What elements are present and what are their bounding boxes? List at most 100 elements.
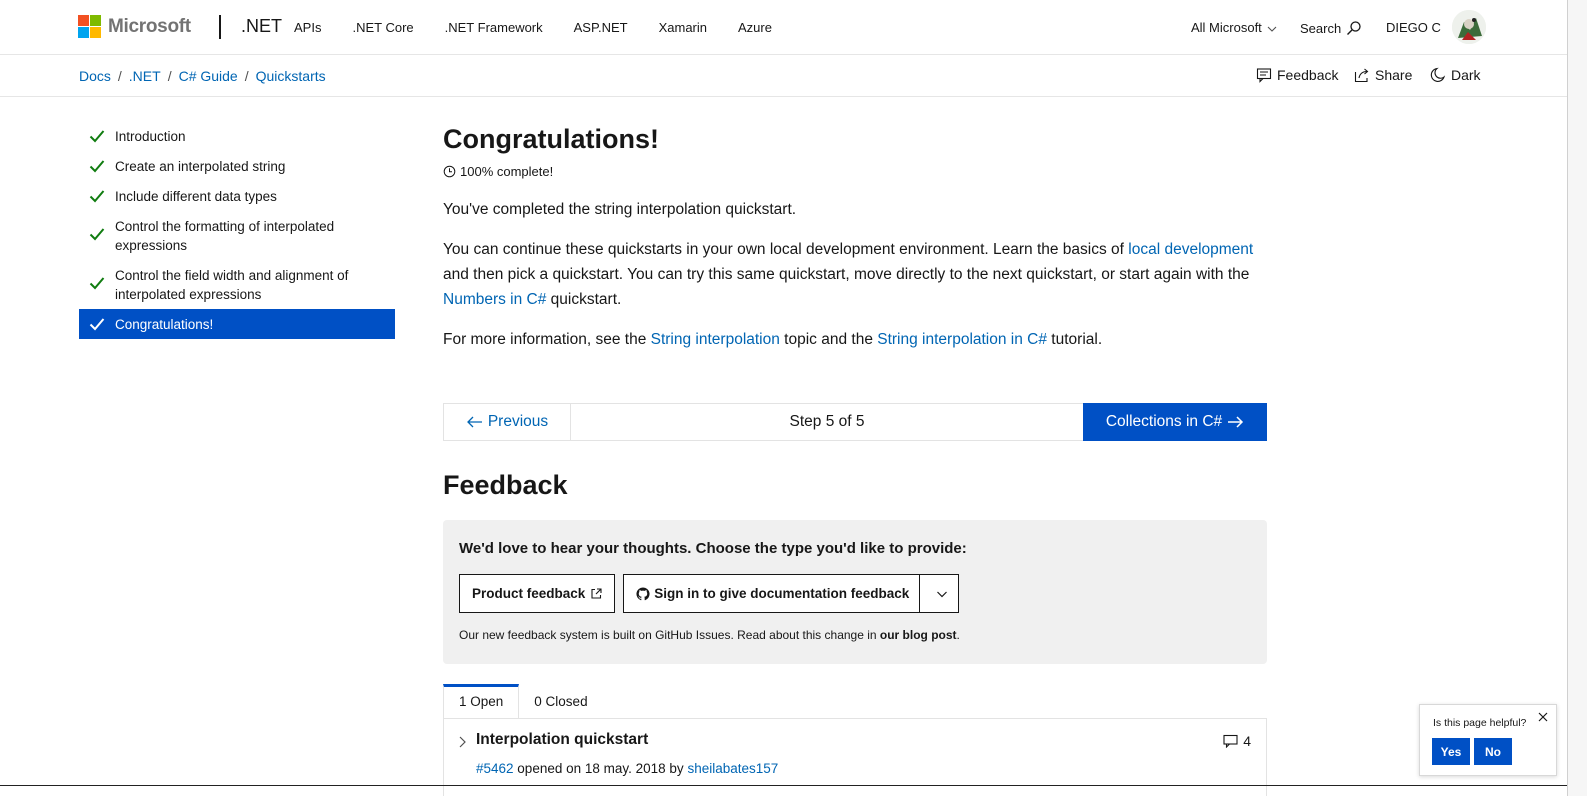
string-interpolation-link[interactable]: String interpolation: [651, 331, 780, 348]
product-feedback-label: Product feedback: [472, 586, 586, 601]
issue-author-link[interactable]: sheilabates157: [687, 761, 778, 776]
nav-item-net-core[interactable]: .NET Core: [352, 20, 413, 35]
window-bottom-edge: [0, 785, 1567, 786]
chevron-down-icon: [937, 591, 948, 597]
previous-label: Previous: [487, 413, 549, 430]
issue-meta: #5462 opened on 18 may. 2018 by sheilaba…: [476, 761, 778, 776]
microsoft-logo-icon: [78, 15, 101, 38]
avatar[interactable]: [1452, 10, 1486, 44]
step-counter: Step 5 of 5: [789, 413, 865, 430]
dark-label: Dark: [1451, 67, 1481, 83]
search-icon: [1347, 21, 1361, 35]
blog-post-link[interactable]: our blog post: [880, 628, 957, 642]
feedback-link[interactable]: Feedback: [1256, 67, 1338, 83]
text-span: tutorial.: [1047, 331, 1103, 348]
check-icon: [89, 130, 105, 143]
close-icon[interactable]: [1537, 711, 1549, 723]
toc-item-label: Control the field width and alignment of…: [115, 268, 349, 302]
issue-title[interactable]: Interpolation quickstart: [476, 731, 648, 749]
share-button[interactable]: Share: [1354, 67, 1412, 83]
helpful-question: Is this page helpful?: [1433, 717, 1527, 729]
all-microsoft-label: All Microsoft: [1191, 20, 1262, 35]
issue-comment-count: 4: [1223, 733, 1251, 749]
search-label: Search: [1300, 20, 1342, 36]
search-button[interactable]: Search: [1300, 20, 1362, 36]
product-feedback-button[interactable]: Product feedback: [459, 574, 616, 613]
nav-item-azure[interactable]: Azure: [738, 20, 772, 35]
docs-feedback-label: Sign in to give documentation feedback: [654, 586, 910, 601]
docs-feedback-button[interactable]: Sign in to give documentation feedback: [623, 574, 921, 613]
step-navigation: Previous Step 5 of 5 Collections in C#: [443, 403, 1267, 441]
check-icon: [89, 318, 105, 331]
main-content: Congratulations! 100% complete! You've c…: [443, 121, 1267, 796]
feedback-note: Our new feedback system is built on GitH…: [459, 628, 1251, 642]
breadcrumb-separator: /: [167, 68, 172, 84]
chevron-right-icon: [459, 736, 466, 748]
toc-item-introduction[interactable]: Introduction: [79, 121, 395, 151]
nav-item-net-framework[interactable]: .NET Framework: [445, 20, 543, 35]
moon-icon: [1430, 67, 1446, 82]
text-span: .: [956, 628, 960, 642]
chevron-down-icon: [1267, 26, 1277, 32]
helpful-yes-button[interactable]: Yes: [1432, 738, 1470, 765]
local-development-link[interactable]: local development: [1128, 241, 1253, 258]
issue-number-link[interactable]: #5462: [476, 761, 514, 776]
sub-header: Docs / .NET / C# Guide / Quickstarts Fee…: [0, 55, 1567, 97]
continue-paragraph: You can continue these quickstarts in yo…: [443, 237, 1267, 312]
tab-open-issues[interactable]: 1 Open: [443, 684, 520, 718]
toc-item-label: Create an interpolated string: [115, 159, 286, 174]
breadcrumb-docs[interactable]: Docs: [79, 68, 111, 84]
next-label: Collections in C#: [1105, 413, 1223, 430]
nav-item-xamarin[interactable]: Xamarin: [659, 20, 707, 35]
toc-item-label: Introduction: [115, 129, 186, 144]
feedback-icon: [1256, 68, 1272, 83]
issue-tabs: 1 Open 0 Closed: [443, 684, 603, 718]
text-span: quickstart.: [546, 291, 622, 308]
top-nav: APIs .NET Core .NET Framework ASP.NET Xa…: [294, 20, 803, 35]
text-span: topic and the: [779, 331, 878, 348]
helpful-no-button[interactable]: No: [1474, 738, 1512, 765]
comment-count: 4: [1243, 733, 1251, 749]
breadcrumb-net[interactable]: .NET: [129, 68, 161, 84]
feedback-panel: We'd love to hear your thoughts. Choose …: [443, 520, 1267, 664]
dark-mode-toggle[interactable]: Dark: [1430, 67, 1481, 83]
check-icon: [89, 160, 105, 173]
toc-item-create-interpolated-string[interactable]: Create an interpolated string: [79, 151, 395, 181]
microsoft-logo[interactable]: Microsoft: [78, 15, 191, 38]
toc-item-control-field-width[interactable]: Control the field width and alignment of…: [79, 260, 395, 309]
previous-button[interactable]: Previous: [444, 404, 571, 440]
feedback-buttons: Product feedback Sign in to give documen…: [459, 574, 1251, 613]
tab-closed-issues[interactable]: 0 Closed: [519, 684, 602, 718]
text-span: Our new feedback system is built on GitH…: [459, 628, 880, 642]
breadcrumb-separator: /: [117, 68, 122, 84]
toc-item-label: Include different data types: [115, 189, 277, 204]
toc-item-control-formatting[interactable]: Control the formatting of interpolated e…: [79, 211, 395, 260]
breadcrumb-separator: /: [244, 68, 249, 84]
breadcrumb-csharp-guide[interactable]: C# Guide: [179, 68, 238, 84]
avatar-image: [1452, 10, 1486, 44]
scrollbar-edge: [1567, 0, 1568, 796]
share-icon: [1354, 68, 1369, 83]
breadcrumb-quickstarts[interactable]: Quickstarts: [256, 68, 326, 84]
breadcrumb: Docs / .NET / C# Guide / Quickstarts: [79, 68, 326, 84]
comment-icon: [1223, 734, 1238, 748]
numbers-in-csharp-link[interactable]: Numbers in C#: [443, 291, 546, 308]
nav-item-aspnet[interactable]: ASP.NET: [574, 20, 628, 35]
brand-divider: [219, 15, 221, 39]
toc-item-include-data-types[interactable]: Include different data types: [79, 181, 395, 211]
user-name[interactable]: DIEGO C: [1386, 20, 1441, 35]
string-interpolation-tutorial-link[interactable]: String interpolation in C#: [877, 331, 1047, 348]
nav-item-apis[interactable]: APIs: [294, 20, 321, 35]
toc-item-congratulations[interactable]: Congratulations!: [79, 309, 395, 339]
text-span: and then pick a quickstart. You can try …: [443, 266, 1250, 283]
feedback-dropdown-button[interactable]: [920, 574, 960, 613]
top-header: Microsoft .NET APIs .NET Core .NET Frame…: [0, 0, 1567, 55]
external-link-icon: [591, 588, 602, 599]
all-microsoft-menu[interactable]: All Microsoft: [1191, 20, 1278, 35]
completion-paragraph: You've completed the string interpolatio…: [443, 201, 797, 218]
product-brand[interactable]: .NET: [241, 16, 282, 37]
helpful-buttons: Yes No: [1432, 738, 1516, 765]
check-icon: [89, 190, 105, 203]
next-button[interactable]: Collections in C#: [1083, 403, 1267, 441]
page-scrollbar[interactable]: [1567, 0, 1587, 796]
